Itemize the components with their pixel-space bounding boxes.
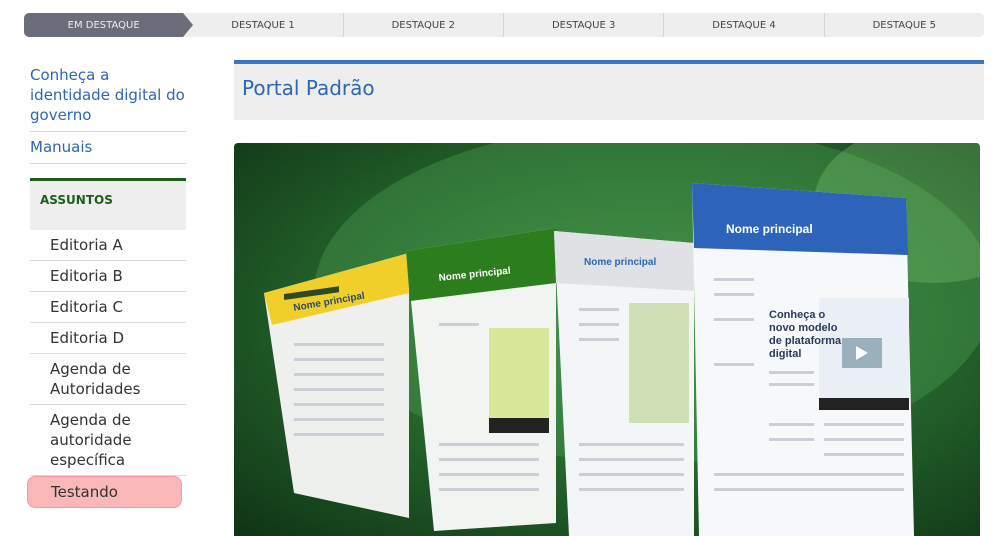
assuntos-heading: ASSUNTOS xyxy=(30,178,186,230)
page-title: Portal Padrão xyxy=(242,76,375,100)
svg-text:Nome principal: Nome principal xyxy=(584,257,656,268)
highlight-tabs: EM DESTAQUE DESTAQUE 1 DESTAQUE 2 DESTAQ… xyxy=(24,13,984,37)
tab-destaque-1[interactable]: DESTAQUE 1 xyxy=(183,13,342,37)
mockup-card-gray: Nome principal xyxy=(554,231,694,536)
tab-destaque-4[interactable]: DESTAQUE 4 xyxy=(663,13,823,37)
menu-item-agenda-especifica[interactable]: Agenda de autoridade específica xyxy=(30,405,186,476)
tab-em-destaque[interactable]: EM DESTAQUE xyxy=(24,13,194,37)
menu-item-editoria-a[interactable]: Editoria A xyxy=(30,230,186,261)
svg-text:de plataforma: de plataforma xyxy=(769,335,842,347)
tab-destaque-3[interactable]: DESTAQUE 3 xyxy=(502,13,663,37)
banner-image[interactable]: Nome principal Nome principal Nome princ… xyxy=(234,143,980,536)
menu-item-editoria-c[interactable]: Editoria C xyxy=(30,292,186,323)
mockup-card-green: Nome principal xyxy=(406,228,556,531)
menu-item-editoria-b[interactable]: Editoria B xyxy=(30,261,186,292)
sidebar-links: Conheça a identidade digital do governo … xyxy=(30,60,186,164)
link-manuais[interactable]: Manuais xyxy=(30,132,186,164)
menu-item-editoria-d[interactable]: Editoria D xyxy=(30,323,186,354)
link-identidade-digital[interactable]: Conheça a identidade digital do governo xyxy=(30,60,186,132)
banner-illustration: Nome principal Nome principal Nome princ… xyxy=(264,143,980,536)
menu-item-agenda-autoridades[interactable]: Agenda de Autoridades xyxy=(30,354,186,405)
mockup-card-blue: Nome principal Conheça o novo modelo de … xyxy=(692,183,914,536)
mockup-card-yellow: Nome principal xyxy=(264,253,409,518)
portal-header: Portal Padrão xyxy=(234,60,984,120)
tab-destaque-5[interactable]: DESTAQUE 5 xyxy=(823,13,984,37)
svg-text:novo modelo: novo modelo xyxy=(769,322,838,334)
assuntos-menu: ASSUNTOS Editoria A Editoria B Editoria … xyxy=(27,178,186,508)
svg-text:Conheça o: Conheça o xyxy=(769,309,826,321)
svg-text:digital: digital xyxy=(769,348,801,360)
menu-item-testando[interactable]: Testando xyxy=(27,476,182,508)
tab-destaque-2[interactable]: DESTAQUE 2 xyxy=(342,13,503,37)
svg-text:Nome principal: Nome principal xyxy=(726,222,813,236)
